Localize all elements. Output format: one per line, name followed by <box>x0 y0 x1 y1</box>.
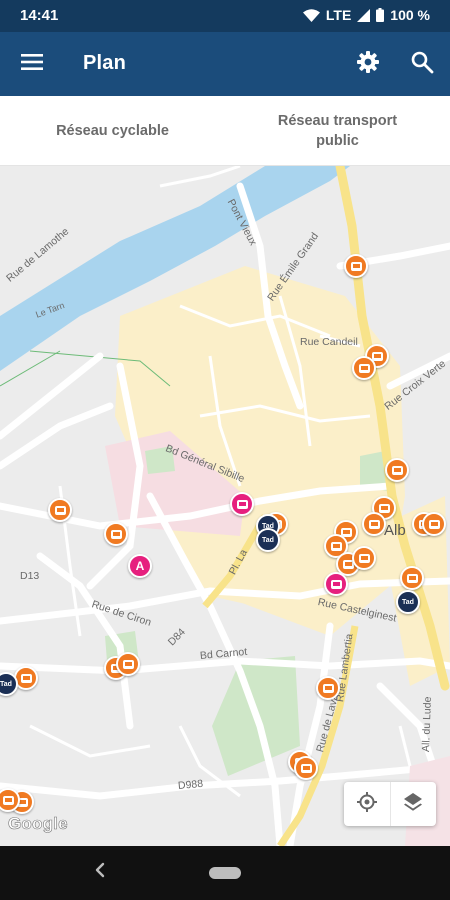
menu-icon <box>21 53 43 75</box>
status-time: 14:41 <box>20 7 59 24</box>
app-bar: Plan <box>0 32 450 96</box>
street-label: Alb <box>384 522 406 539</box>
bus-stop-marker[interactable] <box>294 756 318 780</box>
search-button[interactable] <box>405 47 439 81</box>
bus-icon <box>54 505 66 515</box>
back-button[interactable] <box>88 860 112 884</box>
bus-stop-marker[interactable] <box>352 546 376 570</box>
signal-icon <box>357 8 371 22</box>
bus-icon <box>428 519 440 529</box>
page-title: Plan <box>83 52 127 74</box>
my-location-icon <box>356 791 378 818</box>
google-logo: Google <box>8 814 68 834</box>
tab-bar: Réseau cyclable Réseau transport public <box>0 96 450 166</box>
bus-icon <box>358 363 370 373</box>
tad-label: Tad <box>262 536 274 544</box>
bus-stop-marker[interactable] <box>48 498 72 522</box>
bus-icon <box>330 541 342 551</box>
bus-stop-marker[interactable] <box>385 458 409 482</box>
map-controls <box>344 782 436 826</box>
tab-cycle-network[interactable]: Réseau cyclable <box>0 96 225 165</box>
bus-icon <box>378 503 390 513</box>
bus-stop-marker[interactable] <box>116 652 140 676</box>
tad-marker[interactable]: Tad <box>256 528 280 552</box>
street-label: D13 <box>20 570 40 582</box>
gear-icon <box>356 50 380 79</box>
status-icons: LTE 100 % <box>302 7 430 23</box>
bus-icon <box>20 673 32 683</box>
bus-stop-marker[interactable] <box>400 566 424 590</box>
street-label: Rue Candeil <box>300 336 358 348</box>
tad-marker[interactable]: Tad <box>396 590 420 614</box>
bus-icon <box>300 763 312 773</box>
hospital-letter: A <box>135 559 145 573</box>
back-chevron-icon <box>95 861 105 884</box>
tab-public-transport[interactable]: Réseau transport public <box>225 96 450 165</box>
bus-stop-marker[interactable] <box>344 254 368 278</box>
battery-icon <box>376 8 385 22</box>
street-label: All. du Lude <box>420 696 434 753</box>
system-nav-bar <box>0 846 450 900</box>
bus-icon <box>368 519 380 529</box>
bus-icon <box>2 795 14 805</box>
layers-icon <box>402 791 424 818</box>
bus-stop-marker[interactable] <box>352 356 376 380</box>
tad-label: Tad <box>402 598 414 606</box>
settings-button[interactable] <box>351 47 385 81</box>
bus-icon <box>322 683 334 693</box>
bus-stop-marker[interactable] <box>316 676 340 700</box>
bus-stop-marker[interactable] <box>362 512 386 536</box>
bus-icon <box>122 659 134 669</box>
bus-icon <box>358 553 370 563</box>
menu-button[interactable] <box>14 48 50 80</box>
map-view[interactable]: Rue de Lamothe Le Tarn Pont Vieux Rue Ém… <box>0 166 450 846</box>
rail-icon <box>236 499 248 509</box>
battery-level: 100 % <box>390 7 430 23</box>
status-bar: 14:41 LTE 100 % <box>0 0 450 32</box>
tad-label: Tad <box>0 680 12 688</box>
wifi-icon <box>302 8 320 22</box>
rail-icon <box>330 579 342 589</box>
bus-icon <box>110 529 122 539</box>
bus-icon <box>391 465 403 475</box>
bus-icon <box>406 573 418 583</box>
my-location-button[interactable] <box>344 782 390 826</box>
layers-button[interactable] <box>389 782 437 826</box>
bus-stop-marker[interactable] <box>422 512 446 536</box>
street-label: D988 <box>177 777 204 792</box>
hospital-marker[interactable]: A <box>128 554 152 578</box>
network-type: LTE <box>325 7 352 23</box>
search-icon <box>410 50 434 79</box>
home-pill-icon[interactable] <box>209 867 241 879</box>
bus-stop-marker[interactable] <box>104 522 128 546</box>
station-marker[interactable] <box>324 572 348 596</box>
bus-icon <box>350 261 362 271</box>
bus-icon <box>371 351 383 361</box>
station-marker[interactable] <box>230 492 254 516</box>
